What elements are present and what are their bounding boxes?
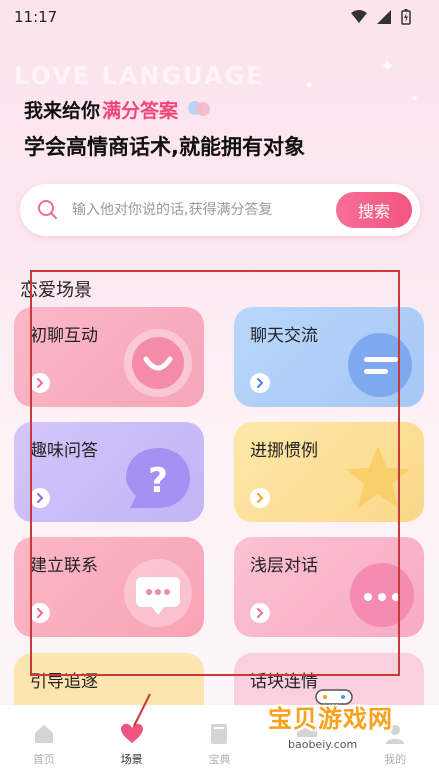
headline-prefix: 我来给你: [24, 100, 101, 122]
annotation-pen-stroke: [133, 693, 151, 727]
svg-text:?: ?: [148, 461, 168, 501]
scene-card[interactable]: 趣味问答?: [14, 422, 204, 522]
watermark-title: 宝贝游戏网: [268, 705, 393, 733]
scene-card[interactable]: 聊天交流: [234, 307, 424, 407]
balloon-icon: [188, 100, 211, 116]
background-wordmark: LOVE LANGUAGE: [14, 62, 265, 90]
scene-card[interactable]: 初聊互动: [14, 307, 204, 407]
sparkle-icon: ✦: [410, 92, 420, 105]
scene-card-label: 建立联系: [30, 556, 98, 576]
section-title: 恋爱场景: [20, 280, 92, 301]
message-dots-icon: [122, 557, 194, 629]
headline-line2: 学会高情商话术,就能拥有对象: [24, 135, 305, 159]
scene-card[interactable]: 浅层对话: [234, 537, 424, 637]
status-icons: [351, 9, 411, 25]
chevron-right-icon[interactable]: [30, 488, 50, 508]
sparkle-icon: ✦: [304, 78, 315, 92]
status-bar: 11:17: [0, 0, 439, 34]
smile-bubble-icon: [122, 327, 194, 399]
status-time: 11:17: [14, 8, 58, 26]
nav-label-home: 首页: [32, 753, 55, 766]
nav-item-home[interactable]: 首页: [4, 721, 84, 767]
chevron-right-icon[interactable]: [250, 603, 270, 623]
battery-icon: [401, 9, 411, 25]
signal-icon: [377, 10, 391, 24]
search-bar: 搜索: [20, 184, 420, 236]
scene-card-label: 初聊互动: [30, 326, 98, 346]
scene-card-label: 进挪惯例: [250, 441, 318, 461]
home-icon: [34, 725, 53, 743]
wifi-icon: [351, 10, 367, 23]
watermark-domain: baobeiy.com: [282, 737, 364, 752]
chevron-right-icon[interactable]: [30, 603, 50, 623]
scene-card-label: 聊天交流: [250, 326, 318, 346]
nav-label-book: 宝典: [208, 753, 231, 766]
question-bubble-icon: ?: [122, 442, 194, 514]
scene-card-label: 话块连情: [250, 672, 318, 692]
scene-card-label: 浅层对话: [250, 556, 318, 576]
watermark: 宝贝游戏网 baobeiy.com: [256, 689, 426, 763]
chevron-right-icon[interactable]: [250, 373, 270, 393]
nav-label-scene: 场景: [120, 753, 143, 766]
search-icon: [38, 200, 57, 219]
search-button[interactable]: 搜索: [336, 192, 412, 228]
sparkle-icon: ✦: [380, 56, 396, 77]
ellipsis-bubble-icon: [342, 557, 414, 629]
scene-card[interactable]: 建立联系: [14, 537, 204, 637]
headline-accent: 满分答案: [102, 100, 179, 122]
chevron-right-icon[interactable]: [30, 373, 50, 393]
scene-card-label: 趣味问答: [30, 441, 98, 461]
headline-line1: 我来给你 满分答案: [24, 96, 212, 123]
star-icon: [342, 442, 414, 514]
search-input[interactable]: [72, 202, 322, 218]
chevron-right-icon[interactable]: [250, 488, 270, 508]
chat-lines-icon: [342, 327, 414, 399]
book-icon: [211, 724, 228, 744]
scene-card[interactable]: 进挪惯例: [234, 422, 424, 522]
scene-card-label: 引导追逐: [30, 672, 98, 692]
nav-item-book[interactable]: 宝典: [179, 721, 259, 767]
